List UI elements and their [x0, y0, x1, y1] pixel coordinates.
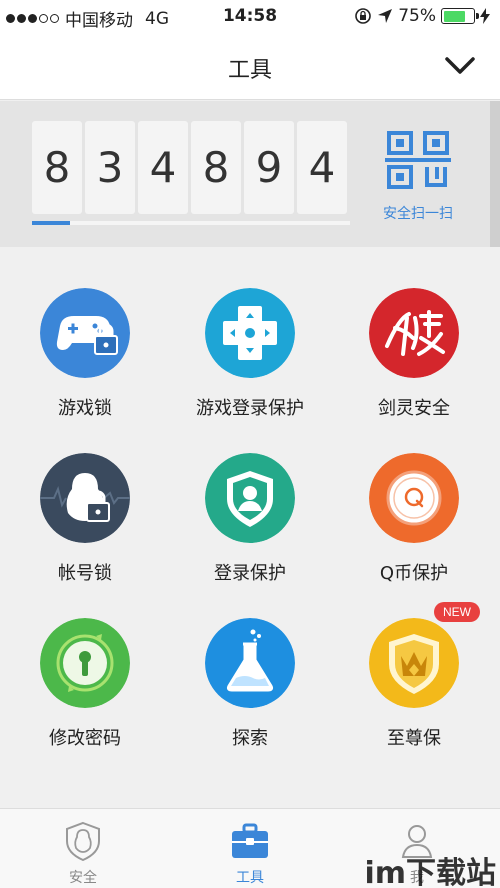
token-digits: 8 3 4 8 9 4	[32, 121, 347, 214]
status-bar: 中国移动 4G 14:58 75%	[0, 0, 500, 34]
tool-label: Q币保护	[379, 563, 449, 584]
tool-label: 游戏登录保护	[196, 398, 304, 419]
toolbox-icon	[232, 823, 268, 858]
flask-icon	[205, 618, 295, 708]
tools-grid: 游戏锁 游戏登录保护 剑灵安全 帐号锁 登录保护 Q币保护 修改密码 探索 NE…	[0, 248, 500, 808]
battery-icon	[441, 8, 479, 24]
tab-label: 安全	[69, 870, 97, 886]
tab-tools[interactable]: 工具	[167, 809, 333, 888]
token-digit: 4	[138, 121, 188, 214]
crown-shield-icon	[369, 618, 459, 708]
login-shield-icon	[205, 453, 295, 543]
tool-game-lock[interactable]: 游戏锁	[5, 288, 165, 438]
tool-explore[interactable]: 探索	[170, 618, 330, 768]
scan-label: 安全扫一扫	[383, 206, 453, 222]
q-coin-icon	[369, 453, 459, 543]
token-digit: 4	[297, 121, 347, 214]
watermark: im下载站	[364, 856, 496, 888]
account-lock-icon	[40, 453, 130, 543]
battery-percent: 75%	[398, 6, 436, 26]
shield-person-icon	[66, 821, 100, 861]
tool-blade-soul-security[interactable]: 剑灵安全	[334, 288, 494, 438]
tool-login-protect[interactable]: 登录保护	[170, 453, 330, 603]
token-timer-fill	[32, 221, 71, 225]
tool-label: 至尊保	[387, 728, 441, 749]
tool-label: 探索	[232, 728, 268, 749]
token-digit: 8	[32, 121, 82, 214]
tool-game-login-protect[interactable]: 游戏登录保护	[170, 288, 330, 438]
scrollbar[interactable]	[490, 101, 500, 247]
page-title: 工具	[227, 58, 272, 83]
tool-label: 登录保护	[214, 563, 286, 584]
navigation-bar: 工具	[0, 34, 500, 100]
security-scan-button[interactable]: 安全扫一扫	[378, 129, 458, 229]
tool-q-coin-protect[interactable]: Q币保护	[334, 453, 494, 603]
tool-label: 修改密码	[49, 728, 121, 749]
charging-bolt-icon	[480, 8, 490, 24]
tab-security[interactable]: 安全	[0, 809, 166, 888]
new-badge: NEW	[434, 602, 480, 622]
battery-fill	[443, 10, 466, 22]
token-digit: 9	[244, 121, 294, 214]
gamepad-icon	[205, 288, 295, 378]
tool-label: 帐号锁	[58, 563, 112, 584]
location-arrow-icon	[378, 9, 393, 23]
tab-label: 工具	[236, 870, 264, 886]
chevron-down-icon[interactable]	[444, 54, 476, 78]
keyhole-icon	[40, 618, 130, 708]
token-panel: 8 3 4 8 9 4 安全扫一扫	[0, 101, 490, 247]
tool-change-password[interactable]: 修改密码	[5, 618, 165, 768]
game-lock-icon	[40, 288, 130, 378]
tool-label: 游戏锁	[58, 398, 112, 419]
tool-label: 剑灵安全	[378, 398, 450, 419]
qr-scan-icon	[385, 131, 451, 189]
token-digit: 3	[85, 121, 135, 214]
blade-soul-icon	[369, 288, 459, 378]
token-timer-bar	[32, 221, 350, 225]
rotation-lock-icon	[355, 8, 372, 24]
token-digit: 8	[191, 121, 241, 214]
status-right: 75%	[354, 6, 490, 26]
tool-account-lock[interactable]: 帐号锁	[5, 453, 165, 603]
tool-supreme-protect[interactable]: NEW 至尊保	[334, 602, 494, 768]
